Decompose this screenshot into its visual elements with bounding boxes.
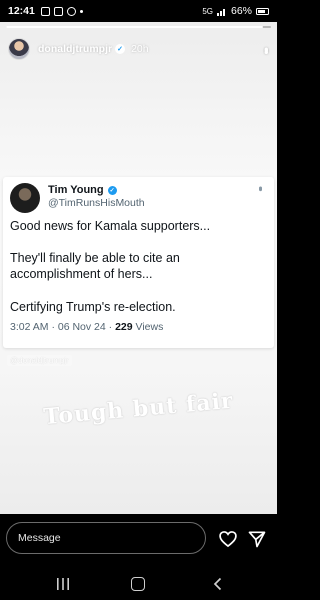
story-view[interactable]: donaldjtrumpjr ✓ 20h ••• Tim Young ✓ @Ti…: [0, 22, 277, 514]
heart-icon[interactable]: [218, 529, 238, 549]
story-progress-fill: [6, 26, 264, 28]
tweet-text-line: accomplishment of hers...: [10, 267, 153, 281]
status-right: 5G 66%: [202, 5, 269, 17]
more-options-icon[interactable]: •••: [259, 47, 274, 52]
gallery-notification-icon: [40, 6, 50, 16]
tweet-author-handle: @TimRunsHisMouth: [48, 197, 145, 209]
navigation-bar: [0, 570, 277, 600]
battery-icon: [256, 7, 269, 15]
tweet-card[interactable]: Tim Young ✓ @TimRunsHisMouth ••• Good ne…: [3, 177, 274, 348]
story-avatar[interactable]: [8, 38, 30, 60]
tweet-text-line: Good news for Kamala supporters...: [10, 219, 211, 233]
story-username[interactable]: donaldjtrumpjr: [38, 43, 112, 55]
app-notification-icon: [66, 6, 76, 16]
check-notification-icon: [53, 6, 63, 16]
notification-icons: [40, 6, 83, 16]
send-icon[interactable]: [247, 529, 267, 549]
status-time: 12:41: [8, 5, 35, 17]
home-icon[interactable]: [131, 577, 145, 591]
tweet-author-avatar: [10, 183, 40, 213]
verified-icon: ✓: [115, 44, 126, 54]
tweet-meta: 3:02 AM · 06 Nov 24 · 229 Views: [10, 321, 163, 333]
story-progress-bar: [6, 26, 271, 28]
status-bar: 12:41 5G 66%: [0, 0, 277, 22]
signal-icon: [216, 8, 225, 16]
more-notifications-dot: [79, 9, 83, 13]
tweet-text-line: They'll finally be able to cite an: [10, 251, 180, 265]
tweet-verified-icon: ✓: [107, 185, 117, 195]
tweet-views-label: Views: [135, 321, 164, 333]
tweet-display-name: Tim Young: [48, 184, 104, 196]
story-caption: Tough but fair: [42, 387, 235, 431]
recents-icon[interactable]: [56, 578, 70, 590]
battery-percent: 66%: [230, 5, 252, 17]
tweet-timestamp: 3:02 AM · 06 Nov 24 ·: [10, 321, 113, 333]
tweet-author-name: Tim Young ✓: [48, 184, 117, 196]
mention-tag[interactable]: @donaldjtrumpjr: [7, 355, 72, 366]
message-input[interactable]: [6, 522, 206, 554]
reply-bar: [0, 514, 277, 570]
tweet-text-line: Certifying Trump's re-election.: [10, 300, 176, 314]
signal-label: 5G: [202, 6, 213, 16]
tweet-views-count: 229: [115, 321, 133, 333]
story-header: donaldjtrumpjr ✓ 20h •••: [8, 36, 274, 62]
story-time-ago: 20h: [131, 43, 149, 55]
back-icon[interactable]: [211, 577, 225, 591]
tweet-more-icon: •••: [254, 186, 266, 189]
